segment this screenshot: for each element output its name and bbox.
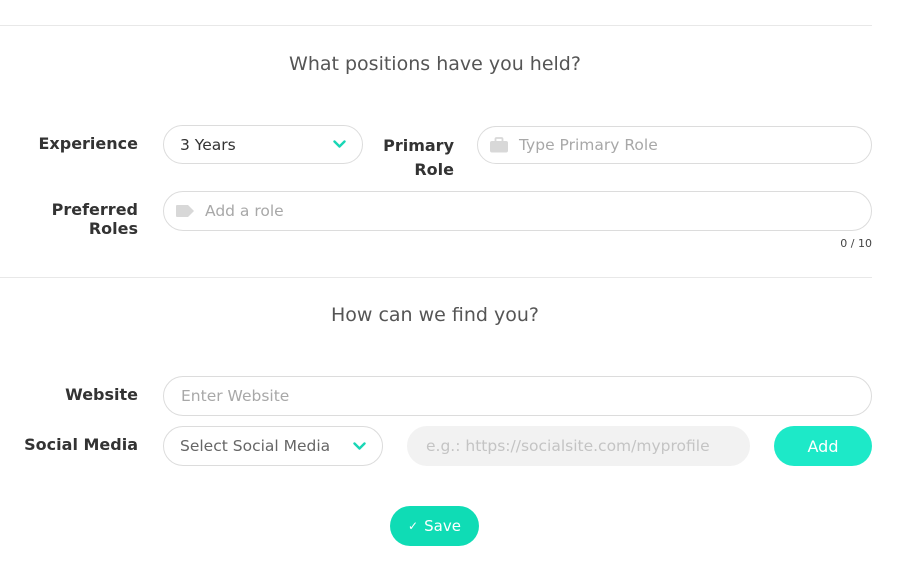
- social-media-url-placeholder: e.g.: https://socialsite.com/myprofile: [426, 437, 710, 455]
- add-social-button-label: Add: [807, 436, 839, 456]
- primary-role-label-line2: Role: [414, 160, 454, 179]
- social-media-select[interactable]: Select Social Media: [163, 426, 383, 466]
- chevron-down-icon: [353, 442, 366, 450]
- website-label: Website: [65, 385, 138, 404]
- save-button[interactable]: ✓ Save: [390, 506, 479, 546]
- save-button-label: Save: [424, 517, 461, 535]
- primary-role-label-line1: Primary: [383, 136, 454, 155]
- social-media-label: Social Media: [24, 435, 138, 454]
- preferred-roles-input[interactable]: Add a role: [163, 191, 872, 231]
- section-divider: [0, 277, 872, 278]
- preferred-roles-counter: 0 / 10: [840, 237, 872, 250]
- section-title-find: How can we find you?: [330, 304, 540, 326]
- primary-role-input[interactable]: Type Primary Role: [477, 126, 872, 164]
- add-social-button[interactable]: Add: [774, 426, 872, 466]
- preferred-roles-label: Preferred Roles: [51, 200, 138, 238]
- primary-role-label: Primary Role: [378, 134, 454, 182]
- check-icon: ✓: [408, 519, 419, 533]
- section-title-positions: What positions have you held?: [289, 53, 581, 75]
- social-media-url-input[interactable]: e.g.: https://socialsite.com/myprofile: [407, 426, 750, 466]
- experience-selected-value: 3 Years: [180, 135, 236, 154]
- experience-select[interactable]: 3 Years: [163, 125, 363, 164]
- experience-label: Experience: [38, 134, 138, 153]
- social-media-select-placeholder: Select Social Media: [180, 437, 331, 455]
- chevron-down-icon: [333, 140, 346, 148]
- website-input[interactable]: Enter Website: [163, 376, 872, 416]
- tag-icon: [176, 205, 194, 217]
- briefcase-icon: [490, 137, 508, 153]
- preferred-roles-placeholder: Add a role: [205, 202, 284, 220]
- website-placeholder: Enter Website: [181, 387, 290, 405]
- top-divider: [0, 25, 872, 26]
- primary-role-placeholder: Type Primary Role: [519, 136, 658, 154]
